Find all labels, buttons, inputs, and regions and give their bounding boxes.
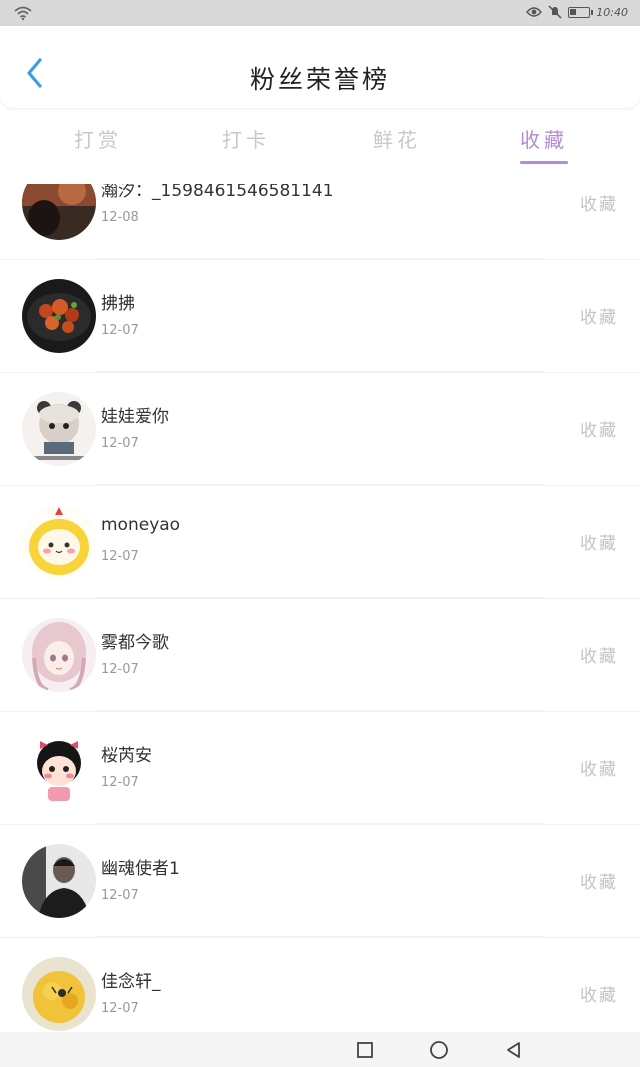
divider xyxy=(96,823,544,824)
fan-list: 瀚汐：_1598461546581141 12-08 收藏 拂拂 12-07 收… xyxy=(0,184,640,1032)
date: 12-07 xyxy=(101,775,139,790)
favorite-label: 收藏 xyxy=(580,195,618,215)
user-name: 桜芮安 xyxy=(101,746,152,766)
date: 12-07 xyxy=(101,1001,139,1016)
divider xyxy=(96,597,544,598)
avatar xyxy=(22,618,96,692)
date: 12-08 xyxy=(101,210,139,225)
user-name: 瀚汐：_1598461546581141 xyxy=(101,184,334,201)
avatar xyxy=(22,392,96,466)
avatar xyxy=(22,279,96,353)
favorite-label: 收藏 xyxy=(580,647,618,667)
list-item[interactable]: 瀚汐：_1598461546581141 12-08 收藏 xyxy=(0,184,640,260)
divider xyxy=(96,484,544,485)
divider xyxy=(96,936,544,937)
user-name: 娃娃爱你 xyxy=(101,407,169,427)
favorite-label: 收藏 xyxy=(580,421,618,441)
favorite-label: 收藏 xyxy=(580,873,618,893)
date: 12-07 xyxy=(101,549,139,564)
favorite-label: 收藏 xyxy=(580,760,618,780)
favorite-label: 收藏 xyxy=(580,308,618,328)
list-item[interactable]: 拂拂 12-07 收藏 xyxy=(0,260,640,373)
active-tab-indicator xyxy=(520,161,568,164)
back-nav-icon[interactable] xyxy=(504,1040,524,1060)
avatar xyxy=(22,731,96,805)
avatar xyxy=(22,957,96,1031)
avatar xyxy=(22,184,96,240)
home-icon[interactable] xyxy=(429,1040,449,1060)
status-time: 10:40 xyxy=(596,5,628,19)
list-item[interactable]: 桜芮安 12-07 收藏 xyxy=(0,712,640,825)
list-item[interactable]: 幽魂使者1 12-07 收藏 xyxy=(0,825,640,938)
tab-flowers[interactable]: 鲜花 xyxy=(373,124,421,153)
avatar xyxy=(22,844,96,918)
divider xyxy=(96,258,544,259)
system-nav-bar xyxy=(0,1032,640,1067)
list-item[interactable]: 娃娃爱你 12-07 收藏 xyxy=(0,373,640,486)
list-item[interactable]: 雾都今歌 12-07 收藏 xyxy=(0,599,640,712)
recent-apps-icon[interactable] xyxy=(355,1040,375,1060)
list-item[interactable]: moneyao 12-07 收藏 xyxy=(0,486,640,599)
avatar xyxy=(22,505,96,579)
mute-icon xyxy=(548,5,562,19)
list-item[interactable]: 佳念轩_ 12-07 收藏 xyxy=(0,938,640,1032)
tab-favorites[interactable]: 收藏 xyxy=(520,124,568,153)
user-name: 雾都今歌 xyxy=(101,633,169,653)
status-bar: 10:40 xyxy=(0,0,640,26)
user-name: 拂拂 xyxy=(101,294,135,314)
divider xyxy=(96,710,544,711)
battery-icon xyxy=(568,6,594,18)
tab-bar: 打赏 打卡 鲜花 收藏 xyxy=(0,114,640,170)
date: 12-07 xyxy=(101,323,139,338)
user-name: 幽魂使者1 xyxy=(101,859,180,879)
eye-icon xyxy=(526,7,543,17)
tab-checkin[interactable]: 打卡 xyxy=(222,124,270,153)
date: 12-07 xyxy=(101,436,139,451)
favorite-label: 收藏 xyxy=(580,534,618,554)
date: 12-07 xyxy=(101,888,139,903)
tab-reward[interactable]: 打赏 xyxy=(74,124,122,153)
header: 粉丝荣誉榜 xyxy=(0,26,640,108)
page-title: 粉丝荣誉榜 xyxy=(249,65,390,94)
favorite-label: 收藏 xyxy=(580,986,618,1006)
user-name: moneyao xyxy=(101,515,181,535)
wifi-icon xyxy=(14,6,32,21)
user-name: 佳念轩_ xyxy=(101,972,161,992)
date: 12-07 xyxy=(101,662,139,677)
divider xyxy=(96,371,544,372)
